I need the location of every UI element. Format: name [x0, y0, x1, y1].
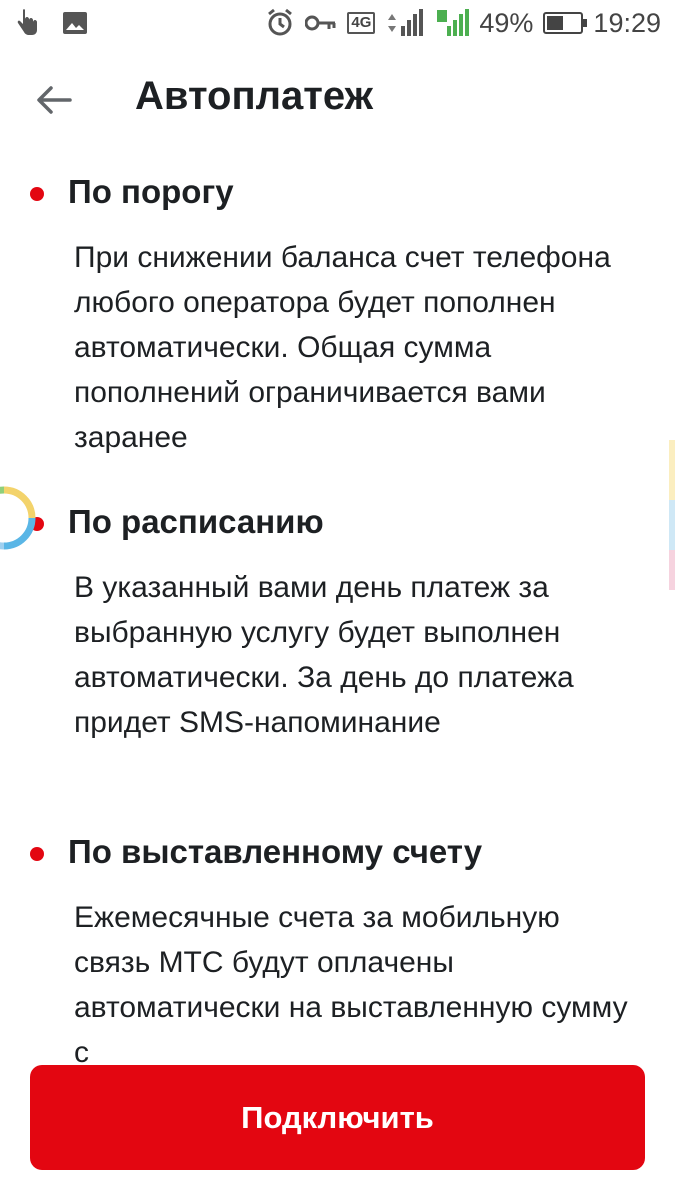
- edge-strip-pink: [669, 550, 675, 590]
- status-bar: 4G 49% 19:29: [0, 0, 675, 46]
- alarm-icon: [265, 8, 295, 38]
- loading-spinner-icon: [0, 482, 40, 554]
- option-description: При снижении баланса счет телефона любог…: [74, 241, 611, 454]
- option-invoice: По выставленному счету Ежемесячные счета…: [0, 825, 675, 1065]
- connect-button[interactable]: Подключить: [30, 1065, 645, 1170]
- signal-sim1-icon: [385, 8, 425, 38]
- option-description: Ежемесячные счета за мобильную связь МТС…: [74, 901, 628, 1065]
- clock: 19:29: [593, 7, 661, 38]
- battery-percent: 49%: [479, 7, 534, 38]
- network-type-badge: 4G: [347, 12, 376, 34]
- option-threshold: По порогу При снижении баланса счет теле…: [0, 165, 675, 454]
- signal-sim2-icon: [435, 8, 470, 38]
- battery-fill: [547, 16, 564, 30]
- app-header: Автоплатеж: [0, 60, 675, 140]
- edge-strip-blue: [669, 500, 675, 550]
- options-list: По порогу При снижении баланса счет теле…: [0, 165, 675, 1065]
- option-schedule: По расписанию В указанный вами день плат…: [0, 495, 675, 739]
- back-arrow-icon[interactable]: [34, 80, 74, 120]
- image-icon: [62, 11, 88, 35]
- option-description: В указанный вами день платеж за выбранну…: [74, 571, 574, 739]
- option-title: По выставленному счету: [68, 833, 483, 870]
- option-title: По порогу: [68, 173, 234, 210]
- edge-strip-yellow: [669, 440, 675, 500]
- bullet-dot: [30, 847, 44, 861]
- connect-button-label: Подключить: [241, 1099, 434, 1135]
- bullet-dot: [30, 187, 44, 201]
- option-title: По расписанию: [68, 503, 324, 540]
- battery-icon: [543, 12, 588, 34]
- page-title: Автоплатеж: [135, 74, 373, 118]
- key-icon: [305, 13, 337, 33]
- hand-pointer-icon: [14, 8, 40, 38]
